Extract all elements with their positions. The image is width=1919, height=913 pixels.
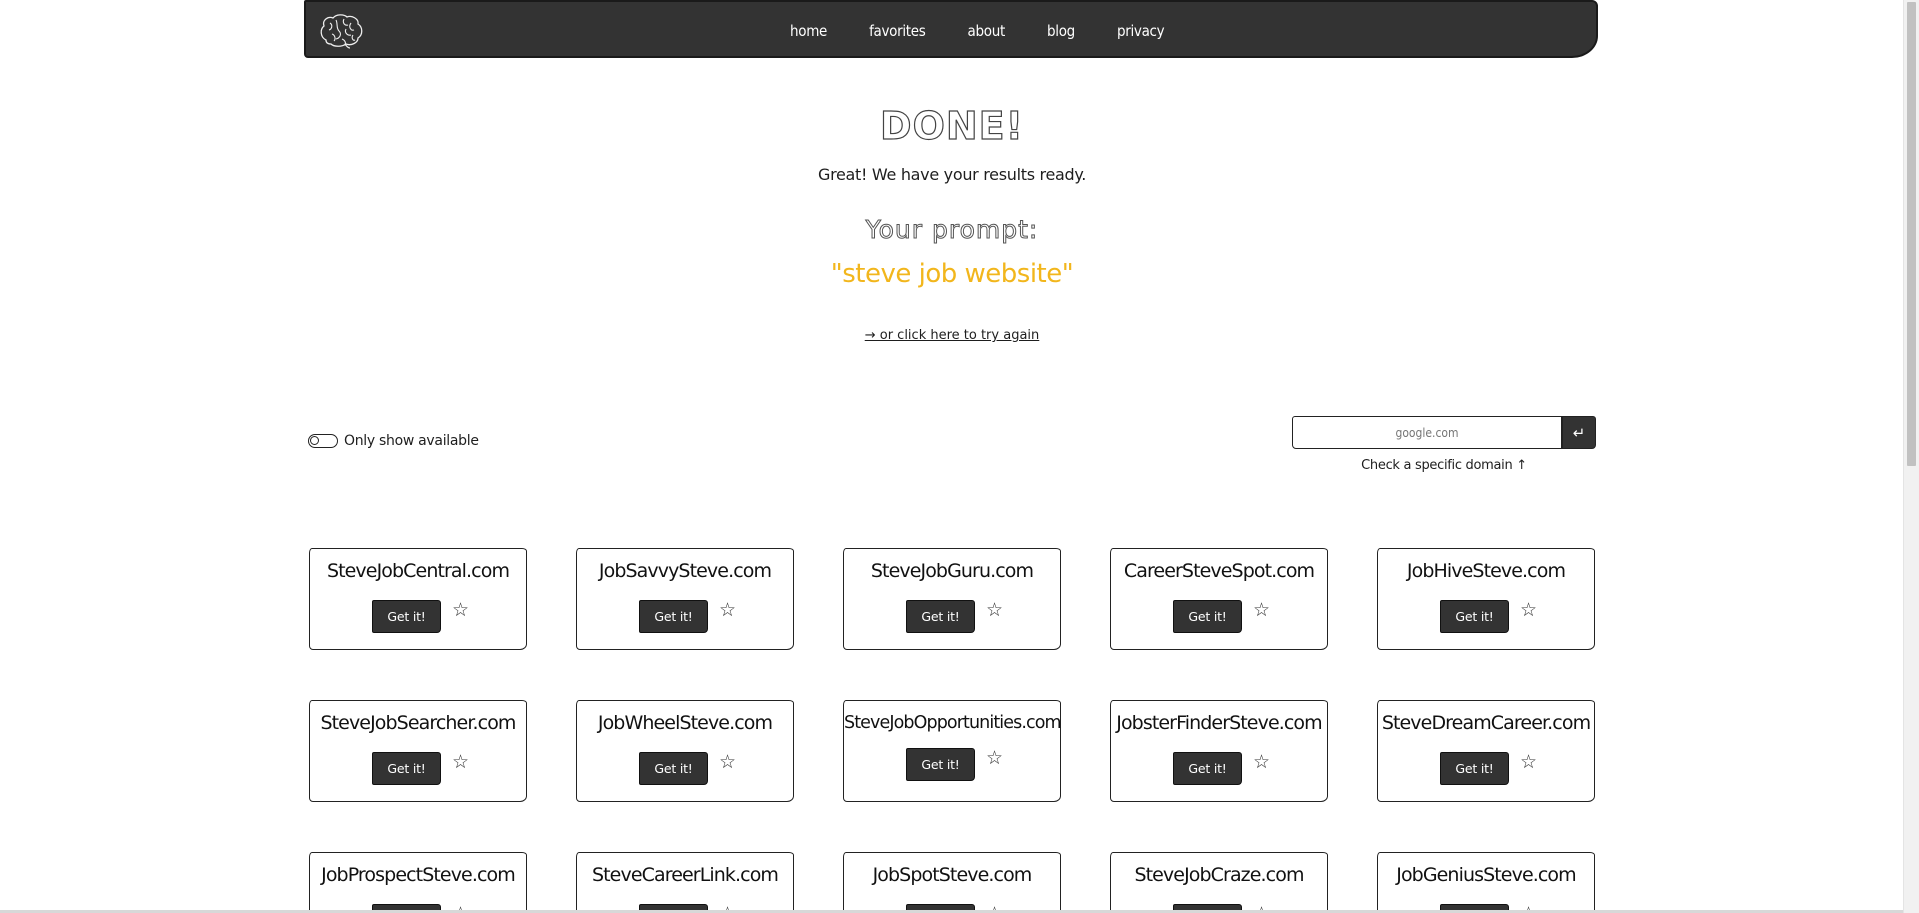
domain-card: SteveCareerLink.com Get it! ☆ [576,852,794,913]
get-it-button[interactable]: Get it! [372,600,441,633]
domain-name: SteveDreamCareer.com [1381,712,1591,734]
enter-arrow-icon: ↵ [1572,423,1586,442]
nav-link-home[interactable]: home [769,22,848,40]
scrollbar-thumb[interactable] [1907,2,1916,466]
domain-card: SteveJobSearcher.com Get it! ☆ [309,700,527,802]
star-icon[interactable]: ☆ [452,753,469,772]
try-again-link[interactable]: → or click here to try again [865,328,1040,343]
domain-card: SteveJobOpportunities.com Get it! ☆ [843,700,1062,802]
domain-name: JobProspectSteve.com [321,864,516,886]
domain-check-form: ↵ [1292,416,1596,449]
nav-link-blog[interactable]: blog [1026,22,1096,40]
domain-card: SteveJobCraze.com Get it! ☆ [1110,852,1328,913]
domain-card: JobGeniusSteve.com Get it! ☆ [1377,852,1595,913]
domain-check-hint: Check a specific domain ↑ [1361,458,1527,473]
domain-name: JobsterFinderSteve.com [1116,712,1322,734]
get-it-button[interactable]: Get it! [1440,752,1509,785]
star-icon[interactable]: ☆ [719,753,736,772]
get-it-button[interactable]: Get it! [639,752,708,785]
nav-link-about[interactable]: about [947,22,1026,40]
get-it-button[interactable]: Get it! [1440,600,1509,633]
only-available-label: Only show available [344,433,479,449]
domain-name: SteveJobCentral.com [326,560,510,582]
nav-link-favorites[interactable]: favorites [848,22,946,40]
domain-card: JobWheelSteve.com Get it! ☆ [576,700,794,802]
get-it-button[interactable]: Get it! [639,600,708,633]
main-nav: home favorites about blog privacy [769,22,1185,40]
domain-card: JobSpotSteve.com Get it! ☆ [843,852,1061,913]
navbar: home favorites about blog privacy [304,0,1598,58]
try-again-container: → or click here to try again [0,328,1904,343]
domain-card: JobProspectSteve.com Get it! ☆ [309,852,527,913]
domain-card: JobHiveSteve.com Get it! ☆ [1377,548,1595,650]
domain-name: JobSpotSteve.com [872,864,1033,886]
page: home favorites about blog privacy DONE! … [0,0,1904,913]
star-icon[interactable]: ☆ [1253,753,1270,772]
get-it-button[interactable]: Get it! [906,748,975,781]
toggle-knob [310,436,319,445]
get-it-button[interactable]: Get it! [906,600,975,633]
domain-name: JobWheelSteve.com [597,712,773,734]
domain-card: JobSavvySteve.com Get it! ☆ [576,548,794,650]
only-available-filter: Only show available [308,433,479,449]
domain-card: SteveDreamCareer.com Get it! ☆ [1377,700,1595,802]
domain-name: JobHiveSteve.com [1406,560,1566,582]
domain-card: CareerSteveSpot.com Get it! ☆ [1110,548,1328,650]
only-available-toggle[interactable] [308,434,338,448]
star-icon[interactable]: ☆ [1520,753,1537,772]
domain-name: JobSavvySteve.com [598,560,772,582]
star-icon[interactable]: ☆ [1253,601,1270,620]
get-it-button[interactable]: Get it! [1173,600,1242,633]
result-title: DONE! [879,103,1024,148]
domain-name: CareerSteveSpot.com [1123,560,1315,582]
result-subtitle: Great! We have your results ready. [817,165,1087,184]
get-it-button[interactable]: Get it! [1173,752,1242,785]
get-it-button[interactable]: Get it! [372,752,441,785]
domain-card: SteveJobCentral.com Get it! ☆ [309,548,527,650]
brain-logo-icon[interactable] [318,13,364,49]
domain-check-submit-button[interactable]: ↵ [1562,416,1596,449]
domain-name: JobGeniusSteve.com [1396,864,1576,886]
domain-card: SteveJobGuru.com Get it! ☆ [843,548,1061,650]
domain-name: SteveJobCraze.com [1134,864,1304,886]
domain-card: JobsterFinderSteve.com Get it! ☆ [1110,700,1328,802]
prompt-heading: Your prompt: [865,215,1039,245]
star-icon[interactable]: ☆ [719,601,736,620]
domain-check-input[interactable] [1292,416,1562,449]
domain-name: SteveCareerLink.com [591,864,779,886]
domain-name: SteveJobOpportunities.com [844,713,1062,733]
star-icon[interactable]: ☆ [1520,601,1537,620]
prompt-text: "steve job website" [830,259,1074,289]
star-icon[interactable]: ☆ [986,601,1003,620]
nav-link-privacy[interactable]: privacy [1096,22,1185,40]
vertical-scrollbar[interactable] [1903,0,1919,913]
domain-name: SteveJobGuru.com [870,560,1034,582]
star-icon[interactable]: ☆ [986,749,1003,768]
domain-name: SteveJobSearcher.com [320,712,516,734]
star-icon[interactable]: ☆ [452,601,469,620]
